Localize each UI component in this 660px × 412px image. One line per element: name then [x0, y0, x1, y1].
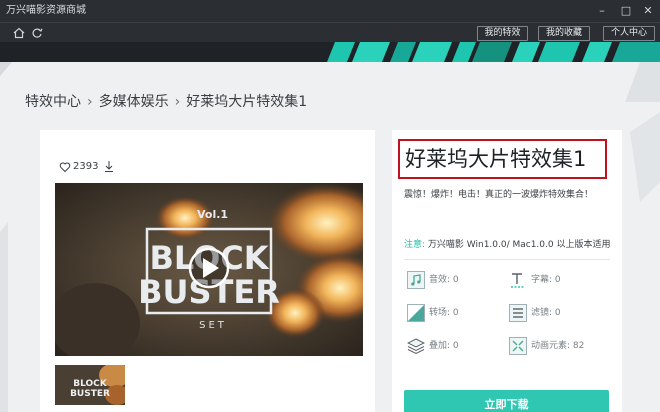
- breadcrumb-item-current: 好莱坞大片特效集1: [186, 94, 308, 110]
- thumbnail-line1-text: BLOCK: [73, 379, 108, 389]
- breadcrumb-item-effects-center[interactable]: 特效中心: [25, 93, 81, 111]
- thumbnail-line2-text: BUSTER: [70, 389, 110, 399]
- compatibility-text: 万兴喵影 Win1.0.0/ Mac1.0.0 以上版本适用: [427, 240, 611, 250]
- header-banner: [0, 42, 660, 62]
- overlay-icon: [407, 338, 425, 355]
- minimize-icon[interactable]: –: [594, 3, 610, 19]
- banner-pattern: [0, 42, 660, 62]
- breadcrumb-item-multimedia[interactable]: 多媒体娱乐: [99, 93, 169, 111]
- close-icon[interactable]: ✕: [640, 3, 656, 19]
- feature-overlays: 叠加: 0: [407, 337, 507, 355]
- thumbnail-artwork: BLOCK BUSTER: [55, 365, 125, 405]
- title-bar: 万兴喵影资源商城 – □ ✕: [0, 0, 660, 22]
- feature-label: 滤镜: 0: [531, 308, 561, 318]
- preview-artwork: Vol.1 BLOCK BUSTER SET: [55, 183, 363, 356]
- my-effects-button[interactable]: 我的特效: [477, 26, 528, 41]
- transition-icon: [407, 304, 425, 322]
- text-icon: [511, 273, 525, 288]
- product-description: 震惊！爆炸！电击！真正的一波爆炸特效集合！: [404, 190, 594, 200]
- maximize-icon[interactable]: □: [618, 3, 634, 19]
- window-title: 万兴喵影资源商城: [6, 5, 86, 16]
- personal-center-button[interactable]: 个人中心: [603, 26, 655, 41]
- home-icon[interactable]: [12, 26, 26, 40]
- download-icon[interactable]: [104, 160, 114, 173]
- divider: [404, 259, 610, 260]
- preview-line3-text: SET: [199, 320, 227, 331]
- chevron-right-icon: ›: [87, 94, 93, 110]
- filter-icon: [509, 304, 527, 322]
- chevron-right-icon: ›: [174, 94, 181, 110]
- nav-bar: 我的特效 我的收藏 个人中心: [0, 22, 660, 42]
- preview-image[interactable]: Vol.1 BLOCK BUSTER SET: [55, 183, 363, 356]
- breadcrumb: 特效中心 › 多媒体娱乐 › 好莱坞大片特效集1: [25, 93, 307, 111]
- feature-label: 音效: 0: [429, 275, 459, 285]
- feature-animation-elements: 动画元素: 82: [509, 337, 609, 355]
- like-count: 2393: [73, 161, 99, 172]
- preview-thumbnail[interactable]: BLOCK BUSTER: [55, 365, 125, 405]
- like-counter[interactable]: 2393: [59, 160, 98, 174]
- my-favorites-button[interactable]: 我的收藏: [538, 26, 590, 41]
- download-now-button[interactable]: 立即下载: [404, 390, 609, 412]
- app-window: 万兴喵影资源商城 – □ ✕ 我的特效 我的收藏 个人中心 特效中心 › 多媒体…: [0, 0, 660, 412]
- compatibility-note: 注意: 万兴喵影 Win1.0.0/ Mac1.0.0 以上版本适用: [404, 237, 610, 250]
- heart-icon[interactable]: [59, 161, 71, 173]
- animation-element-icon: [509, 337, 527, 355]
- feature-filters: 滤镜: 0: [509, 304, 609, 322]
- feature-subtitles: 字幕: 0: [509, 271, 609, 289]
- refresh-icon[interactable]: [30, 26, 44, 40]
- music-note-icon: [407, 271, 425, 289]
- product-title: 好莱坞大片特效集1: [398, 139, 607, 179]
- feature-sound-effects: 音效: 0: [407, 271, 507, 289]
- feature-label: 动画元素: 82: [531, 341, 585, 351]
- play-icon[interactable]: [188, 247, 230, 289]
- feature-label: 叠加: 0: [429, 341, 459, 351]
- feature-label: 字幕: 0: [531, 275, 561, 285]
- feature-label: 转场: 0: [429, 308, 459, 318]
- preview-vol-text: Vol.1: [197, 208, 228, 221]
- feature-transitions: 转场: 0: [407, 304, 507, 322]
- compatibility-label: 注意:: [404, 240, 426, 250]
